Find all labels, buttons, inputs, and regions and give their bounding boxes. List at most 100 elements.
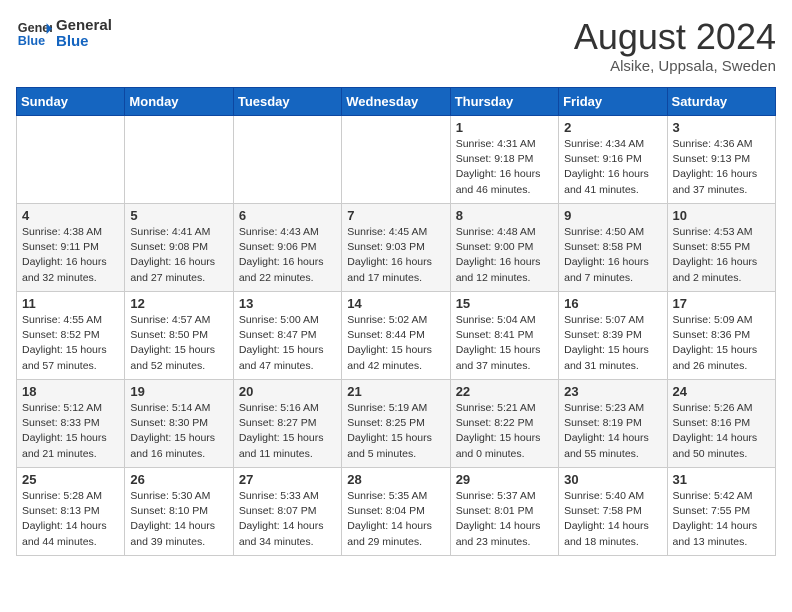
- day-info: Sunrise: 4:38 AM Sunset: 9:11 PM Dayligh…: [22, 225, 119, 286]
- day-info: Sunrise: 5:19 AM Sunset: 8:25 PM Dayligh…: [347, 401, 444, 462]
- calendar-cell: 4 Sunrise: 4:38 AM Sunset: 9:11 PM Daylig…: [17, 204, 125, 292]
- day-info: Sunrise: 5:30 AM Sunset: 8:10 PM Dayligh…: [130, 489, 227, 550]
- logo: General Blue General Blue: [16, 16, 112, 52]
- day-number: 9: [564, 208, 661, 223]
- calendar-cell: 27 Sunrise: 5:33 AM Sunset: 8:07 PM Dayli…: [233, 468, 341, 556]
- logo-icon: General Blue: [16, 16, 52, 52]
- day-number: 11: [22, 296, 119, 311]
- day-number: 26: [130, 472, 227, 487]
- day-info: Sunrise: 5:02 AM Sunset: 8:44 PM Dayligh…: [347, 313, 444, 374]
- logo-general-text: General: [56, 18, 112, 35]
- calendar-cell: 14 Sunrise: 5:02 AM Sunset: 8:44 PM Dayli…: [342, 292, 450, 380]
- day-number: 8: [456, 208, 553, 223]
- weekday-header-friday: Friday: [559, 88, 667, 116]
- day-number: 25: [22, 472, 119, 487]
- day-number: 29: [456, 472, 553, 487]
- day-info: Sunrise: 5:23 AM Sunset: 8:19 PM Dayligh…: [564, 401, 661, 462]
- calendar-week-1: 1 Sunrise: 4:31 AM Sunset: 9:18 PM Daylig…: [17, 116, 776, 204]
- day-number: 16: [564, 296, 661, 311]
- day-number: 31: [673, 472, 770, 487]
- calendar-cell: 12 Sunrise: 4:57 AM Sunset: 8:50 PM Dayli…: [125, 292, 233, 380]
- day-number: 28: [347, 472, 444, 487]
- day-number: 12: [130, 296, 227, 311]
- day-info: Sunrise: 4:34 AM Sunset: 9:16 PM Dayligh…: [564, 137, 661, 198]
- calendar-cell: 6 Sunrise: 4:43 AM Sunset: 9:06 PM Daylig…: [233, 204, 341, 292]
- day-info: Sunrise: 4:31 AM Sunset: 9:18 PM Dayligh…: [456, 137, 553, 198]
- calendar-cell: 29 Sunrise: 5:37 AM Sunset: 8:01 PM Dayli…: [450, 468, 558, 556]
- calendar-cell: 21Sunrise: 5:19 AM Sunset: 8:25 PM Dayli…: [342, 380, 450, 468]
- day-info: Sunrise: 4:57 AM Sunset: 8:50 PM Dayligh…: [130, 313, 227, 374]
- day-info: Sunrise: 5:04 AM Sunset: 8:41 PM Dayligh…: [456, 313, 553, 374]
- calendar-cell: [233, 116, 341, 204]
- location: Alsike, Uppsala, Sweden: [574, 58, 776, 75]
- day-info: Sunrise: 5:28 AM Sunset: 8:13 PM Dayligh…: [22, 489, 119, 550]
- calendar-cell: 2 Sunrise: 4:34 AM Sunset: 9:16 PM Daylig…: [559, 116, 667, 204]
- day-info: Sunrise: 5:21 AM Sunset: 8:22 PM Dayligh…: [456, 401, 553, 462]
- day-info: Sunrise: 5:33 AM Sunset: 8:07 PM Dayligh…: [239, 489, 336, 550]
- day-info: Sunrise: 4:36 AM Sunset: 9:13 PM Dayligh…: [673, 137, 770, 198]
- calendar-cell: 17Sunrise: 5:09 AM Sunset: 8:36 PM Dayli…: [667, 292, 775, 380]
- day-info: Sunrise: 4:53 AM Sunset: 8:55 PM Dayligh…: [673, 225, 770, 286]
- day-number: 15: [456, 296, 553, 311]
- calendar-cell: 1 Sunrise: 4:31 AM Sunset: 9:18 PM Daylig…: [450, 116, 558, 204]
- day-info: Sunrise: 4:41 AM Sunset: 9:08 PM Dayligh…: [130, 225, 227, 286]
- day-info: Sunrise: 4:50 AM Sunset: 8:58 PM Dayligh…: [564, 225, 661, 286]
- day-number: 27: [239, 472, 336, 487]
- day-number: 2: [564, 120, 661, 135]
- calendar-cell: 15 Sunrise: 5:04 AM Sunset: 8:41 PM Dayli…: [450, 292, 558, 380]
- weekday-header-tuesday: Tuesday: [233, 88, 341, 116]
- calendar-table: SundayMondayTuesdayWednesdayThursdayFrid…: [16, 87, 776, 556]
- calendar-cell: 26 Sunrise: 5:30 AM Sunset: 8:10 PM Dayli…: [125, 468, 233, 556]
- day-number: 3: [673, 120, 770, 135]
- calendar-cell: 8 Sunrise: 4:48 AM Sunset: 9:00 PM Daylig…: [450, 204, 558, 292]
- calendar-cell: 10 Sunrise: 4:53 AM Sunset: 8:55 PM Dayli…: [667, 204, 775, 292]
- calendar-cell: [17, 116, 125, 204]
- day-number: 13: [239, 296, 336, 311]
- calendar-cell: 16Sunrise: 5:07 AM Sunset: 8:39 PM Dayli…: [559, 292, 667, 380]
- day-number: 1: [456, 120, 553, 135]
- day-number: 10: [673, 208, 770, 223]
- calendar-cell: 11 Sunrise: 4:55 AM Sunset: 8:52 PM Dayli…: [17, 292, 125, 380]
- calendar-cell: 30Sunrise: 5:40 AM Sunset: 7:58 PM Dayli…: [559, 468, 667, 556]
- day-info: Sunrise: 4:48 AM Sunset: 9:00 PM Dayligh…: [456, 225, 553, 286]
- day-number: 6: [239, 208, 336, 223]
- day-info: Sunrise: 5:37 AM Sunset: 8:01 PM Dayligh…: [456, 489, 553, 550]
- calendar-cell: 7 Sunrise: 4:45 AM Sunset: 9:03 PM Daylig…: [342, 204, 450, 292]
- day-number: 4: [22, 208, 119, 223]
- calendar-week-2: 4 Sunrise: 4:38 AM Sunset: 9:11 PM Daylig…: [17, 204, 776, 292]
- svg-text:Blue: Blue: [18, 34, 45, 48]
- weekday-header-monday: Monday: [125, 88, 233, 116]
- day-info: Sunrise: 5:00 AM Sunset: 8:47 PM Dayligh…: [239, 313, 336, 374]
- day-number: 14: [347, 296, 444, 311]
- day-info: Sunrise: 4:45 AM Sunset: 9:03 PM Dayligh…: [347, 225, 444, 286]
- calendar-cell: 24 Sunrise: 5:26 AM Sunset: 8:16 PM Dayli…: [667, 380, 775, 468]
- calendar-cell: 23 Sunrise: 5:23 AM Sunset: 8:19 PM Dayli…: [559, 380, 667, 468]
- calendar-cell: 5 Sunrise: 4:41 AM Sunset: 9:08 PM Daylig…: [125, 204, 233, 292]
- day-info: Sunrise: 5:14 AM Sunset: 8:30 PM Dayligh…: [130, 401, 227, 462]
- day-number: 23: [564, 384, 661, 399]
- day-number: 7: [347, 208, 444, 223]
- day-info: Sunrise: 4:43 AM Sunset: 9:06 PM Dayligh…: [239, 225, 336, 286]
- weekday-header-wednesday: Wednesday: [342, 88, 450, 116]
- day-number: 24: [673, 384, 770, 399]
- calendar-body: 1 Sunrise: 4:31 AM Sunset: 9:18 PM Daylig…: [17, 116, 776, 556]
- day-number: 5: [130, 208, 227, 223]
- calendar-cell: 9 Sunrise: 4:50 AM Sunset: 8:58 PM Daylig…: [559, 204, 667, 292]
- page-header: General Blue General Blue August 2024 Al…: [16, 16, 776, 75]
- day-info: Sunrise: 5:16 AM Sunset: 8:27 PM Dayligh…: [239, 401, 336, 462]
- calendar-cell: 22 Sunrise: 5:21 AM Sunset: 8:22 PM Dayli…: [450, 380, 558, 468]
- day-info: Sunrise: 5:26 AM Sunset: 8:16 PM Dayligh…: [673, 401, 770, 462]
- calendar-cell: 31 Sunrise: 5:42 AM Sunset: 7:55 PM Dayli…: [667, 468, 775, 556]
- day-info: Sunrise: 5:35 AM Sunset: 8:04 PM Dayligh…: [347, 489, 444, 550]
- day-number: 19: [130, 384, 227, 399]
- calendar-cell: [125, 116, 233, 204]
- calendar-week-5: 25 Sunrise: 5:28 AM Sunset: 8:13 PM Dayli…: [17, 468, 776, 556]
- day-number: 22: [456, 384, 553, 399]
- calendar-week-3: 11 Sunrise: 4:55 AM Sunset: 8:52 PM Dayli…: [17, 292, 776, 380]
- weekday-row: SundayMondayTuesdayWednesdayThursdayFrid…: [17, 88, 776, 116]
- day-info: Sunrise: 5:40 AM Sunset: 7:58 PM Dayligh…: [564, 489, 661, 550]
- day-info: Sunrise: 4:55 AM Sunset: 8:52 PM Dayligh…: [22, 313, 119, 374]
- calendar-header: SundayMondayTuesdayWednesdayThursdayFrid…: [17, 88, 776, 116]
- day-info: Sunrise: 5:42 AM Sunset: 7:55 PM Dayligh…: [673, 489, 770, 550]
- calendar-cell: [342, 116, 450, 204]
